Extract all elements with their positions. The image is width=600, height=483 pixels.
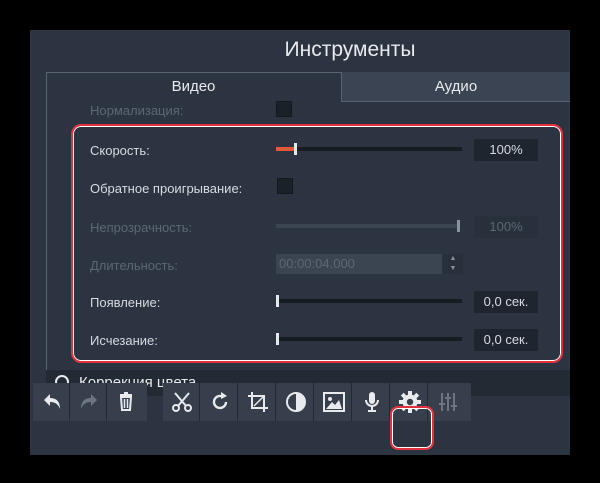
image-icon xyxy=(323,392,345,412)
rotate-button[interactable] xyxy=(201,383,238,421)
toolbar-edit-group xyxy=(33,383,147,421)
undo-icon xyxy=(44,394,60,409)
tab-video[interactable]: Видео xyxy=(46,72,341,102)
crop-icon xyxy=(248,392,268,412)
record-audio-button[interactable] xyxy=(353,383,390,421)
equalizer-button[interactable] xyxy=(429,383,466,421)
window-title: Инструменты xyxy=(284,38,416,61)
equalizer-icon xyxy=(439,393,457,411)
rotate-icon xyxy=(212,392,228,410)
normalization-label: Нормализация: xyxy=(90,103,184,118)
delete-button[interactable] xyxy=(107,383,144,421)
crop-button[interactable] xyxy=(239,383,276,421)
settings-highlight xyxy=(71,124,563,363)
undo-button[interactable] xyxy=(33,383,70,421)
slideshow-button[interactable] xyxy=(315,383,352,421)
redo-button[interactable] xyxy=(70,383,107,421)
tab-audio[interactable]: Аудио xyxy=(341,72,570,102)
split-button[interactable] xyxy=(163,383,200,421)
redo-icon xyxy=(81,394,97,409)
trash-icon xyxy=(119,392,133,411)
microphone-icon xyxy=(365,392,379,412)
gear-highlight xyxy=(390,406,434,450)
scissors-icon xyxy=(172,392,192,412)
color-adjust-button[interactable] xyxy=(277,383,314,421)
normalization-checkbox[interactable] xyxy=(276,101,292,117)
contrast-icon xyxy=(286,392,306,412)
